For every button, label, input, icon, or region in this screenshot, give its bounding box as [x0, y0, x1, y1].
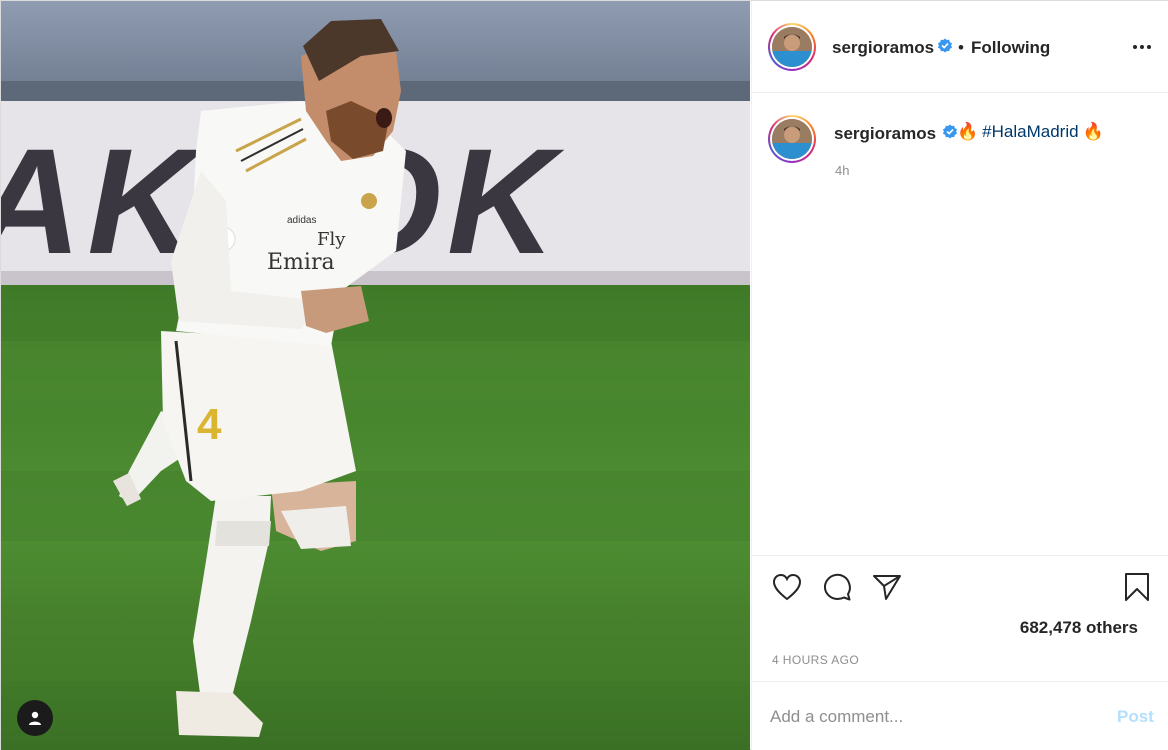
- fire-emoji: 🔥: [1082, 122, 1104, 142]
- share-button[interactable]: [870, 570, 904, 604]
- likes-count[interactable]: 682,478 others: [1020, 618, 1138, 638]
- more-options-icon[interactable]: [1128, 37, 1156, 57]
- caption-username[interactable]: sergioramos: [834, 124, 936, 144]
- user-tag-button[interactable]: [17, 700, 53, 736]
- caption-relative-time[interactable]: 4h: [835, 163, 849, 178]
- author-username[interactable]: sergioramos: [832, 38, 934, 58]
- bookmark-icon: [1125, 573, 1149, 601]
- post-photo[interactable]: AKOOK 4: [1, 1, 750, 750]
- comment-input[interactable]: [770, 704, 1090, 730]
- hashtag-link[interactable]: #HalaMadrid: [982, 122, 1078, 142]
- caption-text: 🔥 #HalaMadrid 🔥: [957, 122, 1104, 142]
- avatar-photo: [772, 27, 812, 67]
- comment-button[interactable]: [820, 570, 854, 604]
- user-tag-icon: [29, 711, 41, 725]
- follow-separator: •: [958, 38, 964, 57]
- following-button[interactable]: Following: [971, 38, 1050, 58]
- post-header: sergioramos • Following: [752, 1, 1168, 93]
- sponsor-fly: Fly: [317, 229, 346, 250]
- sponsor-emirates: Emira: [267, 250, 335, 275]
- add-comment-bar: Post: [752, 681, 1168, 750]
- photo-scene: AKOOK 4: [1, 1, 750, 750]
- comment-icon: [823, 573, 851, 601]
- fire-emoji: 🔥: [957, 122, 979, 142]
- caption-avatar[interactable]: [768, 115, 816, 163]
- post-side-panel: sergioramos • Following sergioramos 🔥 #H…: [751, 1, 1168, 750]
- instagram-post: AKOOK 4: [0, 0, 1168, 750]
- shorts-number: 4: [197, 400, 222, 449]
- share-icon: [873, 575, 901, 600]
- caption-comment: sergioramos 🔥 #HalaMadrid 🔥 4h: [752, 93, 1168, 555]
- verified-badge-icon: [938, 38, 952, 53]
- brand-text: adidas: [287, 215, 316, 226]
- post-comment-button[interactable]: Post: [1117, 707, 1154, 727]
- post-timestamp[interactable]: 4 HOURS AGO: [772, 653, 859, 667]
- like-button[interactable]: [770, 570, 804, 604]
- caption-avatar-photo: [772, 119, 812, 159]
- save-button[interactable]: [1120, 570, 1154, 604]
- author-avatar[interactable]: [768, 23, 816, 71]
- verified-badge-icon: [943, 124, 957, 139]
- heart-icon: [772, 573, 802, 601]
- post-actions: 682,478 others 4 HOURS AGO: [752, 555, 1168, 681]
